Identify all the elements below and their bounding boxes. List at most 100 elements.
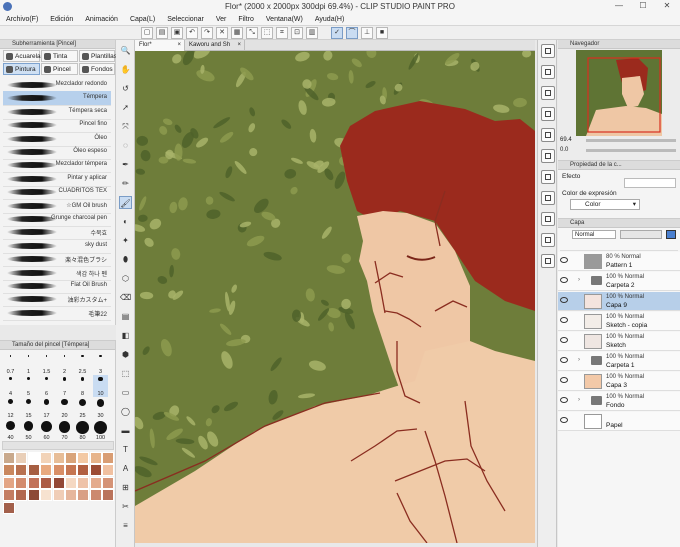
- tool-icon[interactable]: ⬡: [119, 272, 132, 285]
- brush-size-option[interactable]: 2: [57, 353, 72, 375]
- brush-size-option[interactable]: 15: [21, 397, 36, 419]
- brush-size-option[interactable]: 60: [39, 419, 54, 441]
- command-button-icon[interactable]: [541, 65, 555, 79]
- group-tab-acuarela[interactable]: Acuarela: [3, 50, 41, 62]
- chevron-right-icon[interactable]: ›: [578, 397, 580, 403]
- color-swatch[interactable]: [77, 452, 90, 464]
- color-swatch[interactable]: [65, 464, 77, 477]
- color-swatch[interactable]: [3, 501, 15, 514]
- maximize-button[interactable]: ☐: [636, 1, 650, 13]
- show-selection-icon[interactable]: ▥: [306, 27, 318, 39]
- brush-size-option[interactable]: 30: [93, 397, 108, 419]
- clear-icon[interactable]: ✕: [216, 27, 228, 39]
- close-button[interactable]: ✕: [660, 1, 674, 13]
- menu-edicion[interactable]: Edición: [44, 14, 79, 26]
- group-tab-pintura[interactable]: Pintura: [3, 63, 40, 75]
- tool-icon[interactable]: ✒: [119, 158, 132, 171]
- color-swatch[interactable]: [102, 476, 115, 489]
- tab-flor[interactable]: Flor* ×: [135, 40, 185, 51]
- menu-animacion[interactable]: Animación: [79, 14, 124, 26]
- color-swatch[interactable]: [3, 476, 15, 489]
- menu-capa[interactable]: Capa(L): [124, 14, 161, 26]
- group-tab-tinta[interactable]: Tinta: [41, 50, 78, 62]
- tool-icon[interactable]: 🔍: [119, 44, 132, 57]
- layer-row[interactable]: 80 % Normal Pattern 1: [558, 252, 680, 271]
- color-swatch[interactable]: [102, 464, 115, 477]
- color-swatch[interactable]: [65, 452, 77, 464]
- color-swatch[interactable]: [65, 489, 77, 502]
- rotate-slider[interactable]: [586, 149, 676, 152]
- brush-size-option[interactable]: 0.7: [3, 353, 18, 375]
- tool-icon[interactable]: ◯: [119, 405, 132, 418]
- command-button-icon[interactable]: [541, 107, 555, 121]
- brush-size-option[interactable]: 7: [57, 375, 72, 397]
- brush-size-option[interactable]: 20: [57, 397, 72, 419]
- tool-icon[interactable]: T: [119, 443, 132, 456]
- effect-buttons[interactable]: [624, 178, 676, 188]
- color-swatch[interactable]: [15, 476, 28, 489]
- group-tab-plantillas[interactable]: Plantillas: [79, 50, 117, 62]
- brush-size-option[interactable]: 17: [39, 397, 54, 419]
- layer-row[interactable]: 100 % Normal Sketch: [558, 332, 680, 351]
- blend-mode-select[interactable]: Normal: [572, 230, 616, 239]
- group-tab-fondos[interactable]: Fondos: [79, 63, 115, 75]
- tool-icon[interactable]: ▭: [119, 386, 132, 399]
- layer-row[interactable]: Papel: [558, 412, 680, 431]
- color-swatch[interactable]: [52, 452, 65, 464]
- tool-icon[interactable]: ⬢: [119, 348, 132, 361]
- tool-icon[interactable]: ✂: [119, 500, 132, 513]
- brush-size-option[interactable]: 1.5: [39, 353, 54, 375]
- command-button-icon[interactable]: [541, 212, 555, 226]
- tool-icon[interactable]: ◐: [119, 215, 132, 228]
- tool-icon[interactable]: ⌫: [119, 291, 132, 304]
- brush-size-option[interactable]: 10: [93, 375, 108, 397]
- zoom-readout[interactable]: 69.4: [560, 137, 572, 143]
- tool-icon[interactable]: ⤧: [119, 120, 132, 133]
- tool-icon[interactable]: ◌: [119, 139, 132, 152]
- brush-size-option[interactable]: 5: [21, 375, 36, 397]
- brush-size-option[interactable]: 12: [3, 397, 18, 419]
- color-swatch[interactable]: [15, 452, 28, 464]
- brush-size-option[interactable]: 50: [21, 419, 36, 441]
- menu-filtro[interactable]: Filtro: [232, 14, 260, 26]
- group-tab-pincel[interactable]: Pincel: [41, 63, 78, 75]
- crop-icon[interactable]: ⌗: [276, 27, 288, 39]
- open-file-icon[interactable]: ▤: [156, 27, 168, 39]
- tool-icon[interactable]: ▤: [119, 310, 132, 323]
- brush-size-option[interactable]: 1: [21, 353, 36, 375]
- close-tab-icon[interactable]: ×: [237, 40, 241, 51]
- layer-row[interactable]: › 100 % Normal Carpeta 2: [558, 272, 680, 291]
- brush-size-option[interactable]: 40: [3, 419, 18, 441]
- menu-seleccionar[interactable]: Seleccionar: [161, 14, 210, 26]
- redo-icon[interactable]: ↷: [201, 27, 213, 39]
- color-swatch[interactable]: [15, 464, 28, 477]
- command-button-icon[interactable]: [541, 191, 555, 205]
- command-button-icon[interactable]: [541, 44, 555, 58]
- eye-icon[interactable]: [560, 337, 568, 343]
- color-swatch[interactable]: [102, 489, 115, 502]
- color-swatch[interactable]: [89, 464, 102, 477]
- brush-size-option[interactable]: 8: [75, 375, 90, 397]
- snap-ruler-icon[interactable]: ✓: [331, 27, 343, 39]
- menu-ayuda[interactable]: Ayuda(H): [309, 14, 350, 26]
- color-swatch[interactable]: [89, 452, 102, 464]
- eye-icon[interactable]: [560, 417, 568, 423]
- snap-grid-icon[interactable]: ⊥: [361, 27, 373, 39]
- opacity-slider[interactable]: [620, 230, 662, 239]
- tool-icon[interactable]: ⊞: [119, 481, 132, 494]
- eye-icon[interactable]: [560, 257, 568, 263]
- color-swatch[interactable]: [77, 464, 90, 477]
- eye-icon[interactable]: [560, 397, 568, 403]
- command-button-icon[interactable]: [541, 149, 555, 163]
- tab-kaworu[interactable]: Kaworu and Sh ×: [185, 40, 245, 51]
- layer-row[interactable]: › 100 % Normal Fondo: [558, 392, 680, 411]
- color-swatch[interactable]: [27, 476, 40, 489]
- color-swatch[interactable]: [27, 489, 40, 502]
- chevron-right-icon[interactable]: ›: [578, 277, 580, 283]
- color-swatch[interactable]: [52, 476, 65, 489]
- eye-icon[interactable]: [560, 317, 568, 323]
- layer-row[interactable]: 100 % Normal Capa 3: [558, 372, 680, 391]
- color-swatch[interactable]: [27, 464, 40, 477]
- color-swatch[interactable]: [89, 476, 102, 489]
- color-swatch[interactable]: [40, 452, 53, 464]
